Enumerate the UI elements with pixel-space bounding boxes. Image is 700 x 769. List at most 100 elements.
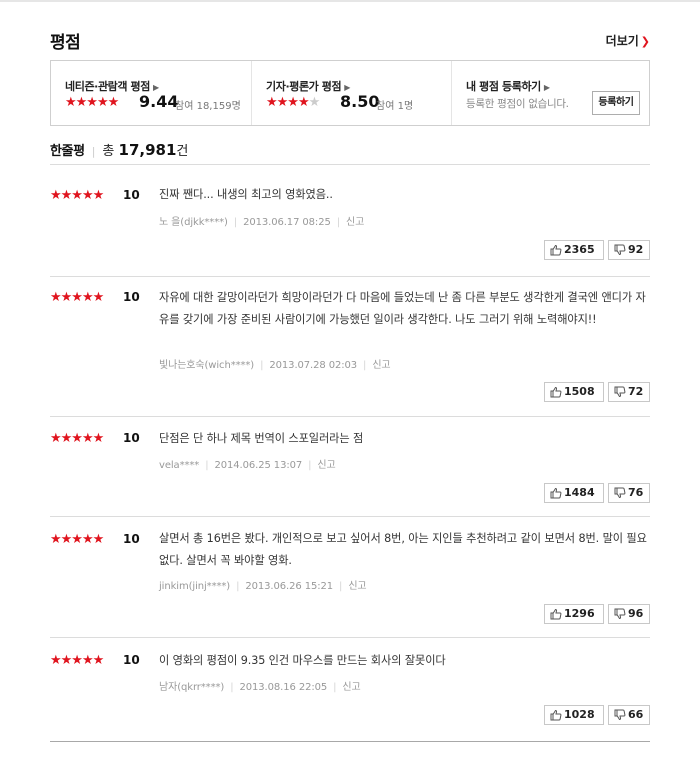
thumbs-up-icon (550, 608, 562, 620)
triangle-right-icon: ▶ (543, 83, 550, 92)
register-score-button[interactable]: 등록하기 (592, 91, 640, 115)
triangle-right-icon: ▶ (152, 83, 159, 92)
critic-score-panel: 기자·평론가 평점 ▶ ★★★★★ 8.50 참여 1명 (251, 61, 452, 125)
review-date: 2013.06.26 15:21 (245, 581, 334, 592)
thumbs-down-icon (614, 608, 626, 620)
report-link[interactable]: 신고 (346, 217, 364, 228)
upvote-count: 1028 (564, 708, 595, 721)
total-suffix: 건 (176, 144, 189, 159)
review-divider (50, 276, 650, 277)
thumbs-up-icon (550, 244, 562, 256)
upvote-button[interactable]: 1484 (544, 483, 604, 503)
netizen-star-rating: ★★★★★ (65, 95, 119, 110)
total-count: 17,981 (118, 141, 177, 159)
my-score-label: 내 평점 등록하기 (466, 80, 541, 93)
top-border (0, 0, 700, 2)
downvote-count: 76 (628, 486, 644, 499)
review-meta: 빛나는호숙(wich****) | 2013.07.28 02:03 | 신고 (159, 360, 391, 371)
review-author: 빛나는호숙(wich****) (159, 360, 255, 371)
review-score: 10 (123, 653, 140, 667)
upvote-button[interactable]: 1028 (544, 705, 604, 725)
upvote-button[interactable]: 1296 (544, 604, 604, 624)
review-score: 10 (123, 290, 140, 304)
downvote-count: 72 (628, 385, 644, 398)
thumbs-down-icon (614, 386, 626, 398)
review-divider (50, 416, 650, 417)
review-author: 노 을(djkk****) (159, 217, 228, 228)
section-header: 평점 더보기 ❯ (50, 28, 650, 53)
critic-star-rating: ★★★★★ (266, 95, 320, 110)
review-date: 2013.06.17 08:25 (243, 217, 331, 228)
review-score: 10 (123, 431, 140, 445)
my-score-link[interactable]: 내 평점 등록하기 ▶ (466, 78, 550, 94)
review-text: 진짜 짼다... 내생의 최고의 영화였음.. (159, 188, 333, 201)
downvote-count: 92 (628, 243, 644, 256)
review-divider (50, 516, 650, 517)
upvote-count: 1508 (564, 385, 595, 398)
my-score-empty-text: 등록한 평점이 없습니다. (466, 98, 569, 110)
review-author: 남자(qkrr****) (159, 682, 225, 693)
review-meta: 남자(qkrr****) | 2013.08.16 22:05 | 신고 (159, 682, 361, 693)
report-link[interactable]: 신고 (348, 581, 366, 592)
review-star-rating: ★★★★★ (50, 653, 104, 668)
total-prefix: 총 (102, 144, 115, 159)
thumbs-down-icon (614, 244, 626, 256)
downvote-count: 96 (628, 607, 644, 620)
score-summary-box: 네티즌·관람객 평점 ▶ ★★★★★ 9.44 참여 18,159명 기자·평론가… (50, 60, 650, 126)
thumbs-down-icon (614, 487, 626, 499)
upvote-count: 1296 (564, 607, 595, 620)
report-link[interactable]: 신고 (317, 460, 335, 471)
netizen-score-label: 네티즌·관람객 평점 (65, 80, 150, 93)
review-text: 살면서 총 16번은 봤다. 개인적으로 보고 싶어서 8번, 아는 지인들 추… (159, 532, 647, 567)
thumbs-down-icon (614, 709, 626, 721)
upvote-count: 2365 (564, 243, 595, 256)
report-link[interactable]: 신고 (342, 682, 360, 693)
review-text: 이 영화의 평점이 9.35 인건 마우스를 만드는 회사의 잘못이다 (159, 654, 446, 667)
downvote-button[interactable]: 76 (608, 483, 650, 503)
chevron-right-icon: ❯ (640, 35, 650, 48)
more-link[interactable]: 더보기 ❯ (606, 32, 650, 49)
thumbs-up-icon (550, 386, 562, 398)
thumbs-up-icon (550, 709, 562, 721)
review-score: 10 (123, 532, 140, 546)
review-meta: jinkim(jinj****) | 2013.06.26 15:21 | 신고 (159, 581, 367, 592)
netizen-participants: 참여 18,159명 (175, 101, 241, 112)
critic-participants: 참여 1명 (376, 101, 414, 112)
review-star-rating: ★★★★★ (50, 290, 104, 305)
my-score-panel: 내 평점 등록하기 ▶ 등록한 평점이 없습니다. 등록하기 (451, 61, 650, 125)
review-meta: 노 을(djkk****) | 2013.06.17 08:25 | 신고 (159, 217, 365, 228)
netizen-score-panel: 네티즌·관람객 평점 ▶ ★★★★★ 9.44 참여 18,159명 (51, 61, 251, 125)
comments-label: 한줄평 (50, 144, 85, 159)
review-star-rating: ★★★★★ (50, 532, 104, 547)
downvote-count: 66 (628, 708, 644, 721)
downvote-button[interactable]: 96 (608, 604, 650, 624)
header-divider (50, 164, 650, 165)
report-link[interactable]: 신고 (372, 360, 390, 371)
upvote-button[interactable]: 1508 (544, 382, 604, 402)
review-date: 2013.07.28 02:03 (269, 360, 358, 371)
review-text: 단점은 단 하나 제목 번역이 스포일러라는 점 (159, 432, 364, 445)
downvote-button[interactable]: 72 (608, 382, 650, 402)
review-author: vela**** (159, 460, 200, 471)
list-bottom-border (50, 741, 650, 742)
downvote-button[interactable]: 92 (608, 240, 650, 260)
triangle-right-icon: ▶ (344, 83, 351, 92)
critic-score-link[interactable]: 기자·평론가 평점 ▶ (266, 78, 350, 94)
review-date: 2014.06.25 13:07 (214, 460, 303, 471)
review-score: 10 (123, 188, 140, 202)
review-star-rating: ★★★★★ (50, 431, 104, 446)
section-title: 평점 (50, 33, 81, 53)
downvote-button[interactable]: 66 (608, 705, 650, 725)
review-author: jinkim(jinj****) (159, 581, 231, 592)
review-text: 자유에 대한 갈망이라던가 희망이라던가 다 마음에 들었는데 난 좀 다른 부… (159, 291, 646, 326)
upvote-button[interactable]: 2365 (544, 240, 604, 260)
netizen-score-value: 9.44 (139, 92, 179, 111)
review-divider (50, 637, 650, 638)
review-meta: vela**** | 2014.06.25 13:07 | 신고 (159, 460, 336, 471)
more-label: 더보기 (605, 34, 639, 48)
divider: | (91, 145, 96, 158)
review-date: 2013.08.16 22:05 (239, 682, 328, 693)
thumbs-up-icon (550, 487, 562, 499)
critic-score-label: 기자·평론가 평점 (266, 80, 342, 93)
review-star-rating: ★★★★★ (50, 188, 104, 203)
